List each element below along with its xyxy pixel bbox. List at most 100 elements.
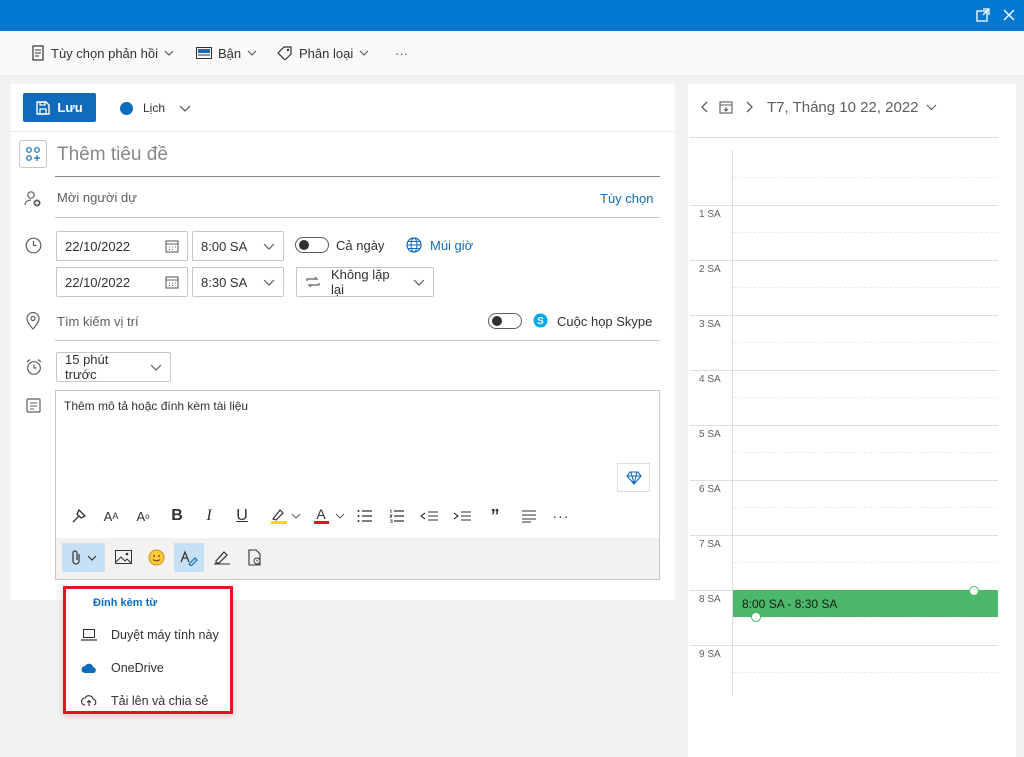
start-date-value: 22/10/2022 xyxy=(65,238,131,254)
timezone-link[interactable]: Múi giờ xyxy=(430,238,473,253)
template-icon[interactable] xyxy=(243,546,265,568)
popout-icon[interactable] xyxy=(976,8,990,22)
event-type-icon[interactable] xyxy=(19,140,47,168)
bold-icon[interactable]: B xyxy=(166,505,188,527)
more-formatting-icon[interactable]: ··· xyxy=(550,505,572,527)
underline-icon[interactable]: U xyxy=(231,505,253,527)
ribbon-toolbar: Tùy chọn phản hồi Bận Phân loại ··· xyxy=(0,31,1024,76)
quote-icon[interactable]: ” xyxy=(484,505,506,527)
today-calendar-icon[interactable] xyxy=(719,100,733,114)
decrease-indent-icon[interactable] xyxy=(418,505,440,527)
grid-half-hour-line xyxy=(733,342,998,343)
categorize-label: Phân loại xyxy=(299,45,354,61)
attendees-input[interactable]: Mời người dự xyxy=(57,190,137,205)
grid-hour-line xyxy=(690,315,998,316)
chevron-down-icon xyxy=(413,277,425,287)
chevron-down-icon xyxy=(179,103,191,113)
grid-half-hour-line xyxy=(733,232,998,233)
save-icon xyxy=(36,100,51,115)
menu-item-onedrive[interactable]: OneDrive xyxy=(81,661,164,675)
more-options-button[interactable]: ··· xyxy=(395,41,408,65)
italic-icon[interactable]: I xyxy=(198,505,220,527)
grid-line xyxy=(690,137,998,138)
reply-options-button[interactable]: Tùy chọn phản hồi xyxy=(31,41,174,65)
divider xyxy=(11,131,675,132)
end-date-field[interactable]: 22/10/2022 xyxy=(56,267,188,297)
busy-status-button[interactable]: Bận xyxy=(196,41,257,65)
start-date-field[interactable]: 22/10/2022 xyxy=(56,231,188,261)
chevron-left-icon[interactable] xyxy=(700,100,710,114)
end-time-select[interactable]: 8:30 SA xyxy=(192,267,284,297)
notes-icon xyxy=(26,398,41,413)
calendar-select[interactable]: Lịch xyxy=(120,98,191,118)
grid-half-hour-line xyxy=(733,287,998,288)
all-day-toggle[interactable] xyxy=(295,237,329,253)
attach-menu-header: Đính kèm từ xyxy=(93,597,158,609)
menu-item-upload-share[interactable]: Tải lên và chia sẻ xyxy=(81,694,208,708)
grid-hour-line xyxy=(690,260,998,261)
skype-icon: S xyxy=(533,313,548,328)
grid-hour-line xyxy=(690,425,998,426)
bullet-list-icon[interactable] xyxy=(354,505,376,527)
superscript-icon[interactable]: Ao xyxy=(132,505,154,527)
options-link[interactable]: Tùy chọn xyxy=(600,191,653,206)
highlight-color-icon[interactable] xyxy=(266,505,304,527)
font-color-icon[interactable]: A xyxy=(310,505,348,527)
signature-pen-icon[interactable] xyxy=(211,546,233,568)
chevron-right-icon[interactable] xyxy=(744,100,754,114)
svg-text:A: A xyxy=(316,507,326,522)
event-resize-handle-bottom[interactable] xyxy=(751,612,761,622)
tag-icon xyxy=(277,46,293,60)
font-size-icon[interactable]: AA xyxy=(100,505,122,527)
calendar-color-dot xyxy=(120,101,133,115)
menu-item-label: OneDrive xyxy=(111,661,164,675)
hour-label: 6 SA xyxy=(699,484,721,495)
insert-image-icon[interactable] xyxy=(112,546,134,568)
menu-item-browse-computer[interactable]: Duyệt máy tính này xyxy=(81,628,219,642)
chevron-down-icon xyxy=(247,48,257,58)
reminder-select[interactable]: 15 phút trước xyxy=(56,352,171,382)
attach-file-button[interactable] xyxy=(62,543,105,572)
reply-options-icon xyxy=(31,45,45,61)
location-input[interactable]: Tìm kiếm vị trí xyxy=(57,314,139,329)
emoji-icon[interactable] xyxy=(145,546,167,568)
calendar-date-title[interactable]: T7, Tháng 10 22, 2022 xyxy=(767,99,919,116)
calendar-picker-icon[interactable] xyxy=(165,239,179,253)
laptop-icon xyxy=(81,629,97,641)
grid-hour-line xyxy=(690,480,998,481)
skype-meeting-toggle[interactable] xyxy=(488,313,522,329)
hour-label: 7 SA xyxy=(699,539,721,550)
close-icon[interactable] xyxy=(1002,8,1016,22)
save-button[interactable]: Lưu xyxy=(23,93,96,122)
hour-label: 1 SA xyxy=(699,209,721,220)
chevron-down-icon xyxy=(263,241,275,251)
event-block[interactable]: 8:00 SA - 8:30 SA xyxy=(733,590,998,617)
editor-icon[interactable] xyxy=(174,543,204,572)
start-time-select[interactable]: 8:00 SA xyxy=(192,231,284,261)
title-underline xyxy=(55,176,660,177)
event-resize-handle-top[interactable] xyxy=(969,586,979,596)
chevron-down-icon[interactable] xyxy=(926,103,937,112)
add-person-icon xyxy=(24,190,42,208)
categorize-button[interactable]: Phân loại xyxy=(277,41,369,65)
grid-half-hour-line xyxy=(733,617,998,618)
cloud-upload-icon xyxy=(81,695,97,707)
onedrive-cloud-icon xyxy=(81,663,97,674)
grid-half-hour-line xyxy=(733,177,998,178)
format-painter-icon[interactable] xyxy=(68,505,90,527)
title-input[interactable]: Thêm tiêu đề xyxy=(57,144,168,166)
svg-text:S: S xyxy=(537,316,544,327)
location-pin-icon xyxy=(26,312,40,330)
busy-status-label: Bận xyxy=(218,45,242,61)
repeat-select[interactable]: Không lặp lại xyxy=(296,267,434,297)
event-time-label: 8:00 SA - 8:30 SA xyxy=(742,596,838,611)
align-icon[interactable] xyxy=(518,505,540,527)
premium-diamond-button[interactable] xyxy=(617,463,650,492)
numbered-list-icon[interactable] xyxy=(386,505,408,527)
grid-half-hour-line xyxy=(733,452,998,453)
chevron-down-icon xyxy=(150,362,162,372)
increase-indent-icon[interactable] xyxy=(451,505,473,527)
location-underline xyxy=(55,340,660,341)
alarm-clock-icon xyxy=(25,358,43,376)
calendar-picker-icon[interactable] xyxy=(165,275,179,289)
